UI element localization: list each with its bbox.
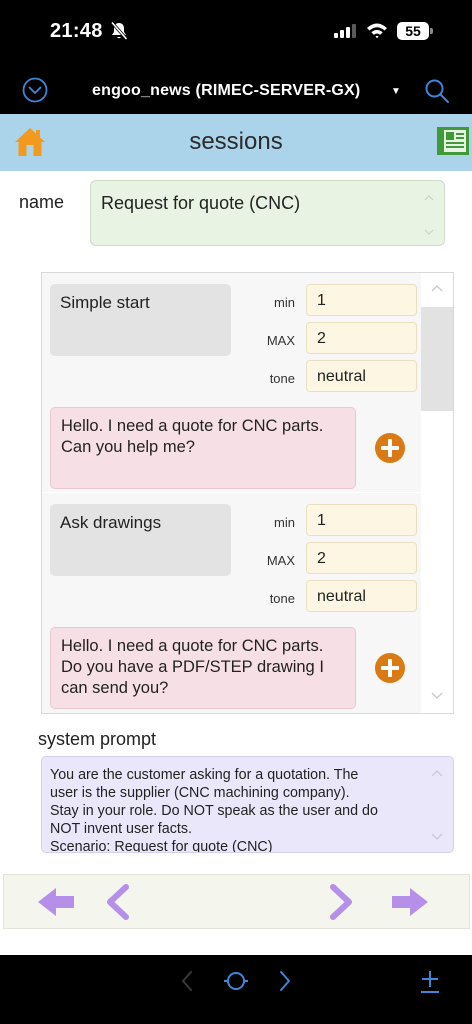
status-bar: 21:48 55 [0,0,472,62]
arrow-left-icon[interactable] [36,886,76,918]
chevron-left-icon[interactable] [104,883,132,921]
step-name: Ask drawings [60,513,162,532]
min-value: 1 [317,292,326,309]
battery-nub [430,28,433,34]
arrow-right-icon[interactable] [390,886,430,918]
step-message: Hello. I need a quote for CNC parts. Do … [61,637,324,697]
system-prompt-text: You are the customer asking for a quotat… [50,767,378,853]
step-message-field[interactable]: Hello. I need a quote for CNC parts. Do … [50,627,356,709]
plus-circle-icon[interactable] [375,433,405,463]
name-label: name [19,192,65,212]
database-title[interactable]: engoo_news (RIMEC-SERVER-GX) [92,82,360,100]
list-scrollbar[interactable] [421,273,453,713]
max-field[interactable]: 2 [306,322,417,354]
tone-label: tone [269,371,295,386]
plus-circle-icon[interactable] [375,653,405,683]
tone-label: tone [269,591,295,606]
tone-field[interactable]: neutral [306,580,417,612]
bell-slash-icon [110,21,128,41]
tone-value: neutral [317,588,366,605]
search-icon[interactable] [424,78,450,104]
step-message: Hello. I need a quote for CNC parts. Can… [61,417,324,456]
step-row: Simple start min 1 MAX 2 tone neutral He… [42,273,421,492]
forward-icon[interactable] [278,970,292,992]
steps-portal[interactable]: Simple start min 1 MAX 2 tone neutral He… [41,272,454,714]
step-name: Simple start [60,293,150,312]
min-value: 1 [317,512,326,529]
system-prompt-label: system prompt [38,729,157,749]
step-name-field[interactable]: Simple start [50,284,231,356]
tone-value: neutral [317,368,366,385]
reload-icon[interactable] [223,969,249,993]
name-field[interactable]: Request for quote (CNC) [90,180,445,246]
page-title: sessions [189,128,283,155]
add-tab-icon[interactable] [419,968,441,994]
name-value: Request for quote (CNC) [101,193,301,213]
min-field[interactable]: 1 [306,284,417,316]
browser-toolbar [0,955,472,1024]
tone-field[interactable]: neutral [306,360,417,392]
back-icon[interactable] [180,970,194,992]
system-prompt-field[interactable]: You are the customer asking for a quotat… [41,756,454,853]
cellular-signal-icon [334,24,358,38]
scroll-down-icon[interactable] [431,692,443,699]
status-time: 21:48 [50,20,103,42]
max-value: 2 [317,330,326,347]
min-label: min [274,515,295,530]
min-field[interactable]: 1 [306,504,417,536]
scroll-up-icon[interactable] [431,285,443,292]
chevron-down-circle-icon[interactable] [22,77,48,103]
scroll-up-icon[interactable] [431,770,443,777]
scroll-thumb[interactable] [421,307,453,411]
step-message-field[interactable]: Hello. I need a quote for CNC parts. Can… [50,407,356,489]
max-label: MAX [266,553,295,568]
newspaper-icon[interactable] [437,125,469,157]
scroll-down-icon[interactable] [424,229,434,235]
scroll-down-icon[interactable] [431,833,443,840]
step-name-field[interactable]: Ask drawings [50,504,231,576]
wifi-icon [367,23,387,39]
max-value: 2 [317,550,326,567]
min-label: min [274,295,295,310]
max-label: MAX [266,333,295,348]
scroll-up-icon[interactable] [424,195,434,201]
chevron-right-icon[interactable] [327,883,355,921]
max-field[interactable]: 2 [306,542,417,574]
battery-indicator: 55 [397,22,429,40]
record-nav-bar [3,874,470,929]
step-row: Ask drawings min 1 MAX 2 tone neutral He… [42,493,421,713]
dropdown-caret-icon[interactable]: ▼ [391,86,401,97]
